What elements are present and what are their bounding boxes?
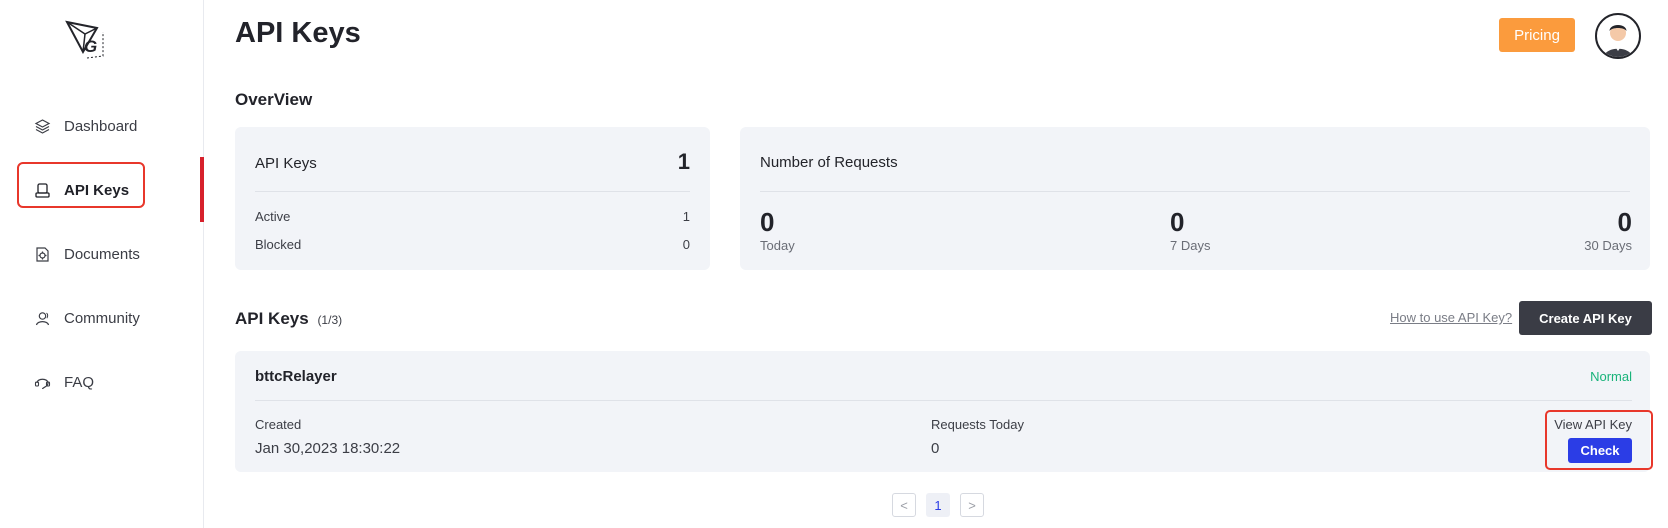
overview-title: OverView — [235, 90, 313, 109]
api-keys-list-title: API Keys (1/3) — [235, 309, 342, 329]
pagination-next-button[interactable]: > — [960, 493, 984, 517]
active-indicator-bar — [200, 157, 204, 222]
created-value: Jan 30,2023 18:30:22 — [255, 440, 401, 457]
sidebar-item-label: Community — [64, 309, 140, 327]
requests-today-value: 0 — [760, 207, 775, 237]
requests-30days-stat: 0 30 Days — [1584, 207, 1632, 253]
status-badge: Normal — [1590, 369, 1632, 384]
create-api-key-button[interactable]: Create API Key — [1519, 301, 1652, 335]
sidebar-item-label: Documents — [64, 245, 140, 263]
active-keys-label: Active — [255, 209, 291, 224]
document-gear-icon — [36, 246, 49, 262]
pagination-current-page[interactable]: 1 — [926, 493, 950, 517]
api-key-name: bttcRelayer — [255, 368, 337, 385]
api-keys-summary-label: API Keys — [255, 155, 317, 172]
divider — [255, 400, 1632, 401]
brand-logo[interactable]: G — [63, 18, 105, 64]
requests-30days-label: 30 Days — [1584, 238, 1632, 253]
requests-7days-label: 7 Days — [1170, 238, 1211, 253]
logo-letter: G — [84, 37, 97, 56]
how-to-use-api-key-link[interactable]: How to use API Key? — [1390, 310, 1512, 325]
active-item-highlight — [17, 162, 145, 208]
requests-summary-card: Number of Requests 0 Today 0 7 Days 0 30… — [740, 127, 1650, 270]
sidebar-item-community[interactable]: Community — [34, 305, 140, 331]
requests-today-value: 0 — [931, 440, 940, 457]
api-keys-count: (1/3) — [317, 313, 343, 327]
api-keys-total: 1 — [677, 149, 690, 174]
active-keys-row: Active 1 — [255, 209, 690, 224]
api-keys-list-label: API Keys — [235, 309, 309, 328]
requests-today-stat: 0 Today — [760, 207, 795, 253]
divider — [255, 191, 690, 192]
avatar[interactable] — [1595, 13, 1641, 59]
active-keys-value: 1 — [682, 209, 690, 224]
blocked-keys-label: Blocked — [255, 237, 302, 252]
sidebar-item-label: Dashboard — [64, 117, 138, 135]
sidebar-item-faq[interactable]: FAQ — [34, 369, 94, 395]
page-title: API Keys — [235, 17, 361, 49]
check-highlight — [1545, 410, 1653, 470]
requests-summary-label: Number of Requests — [760, 154, 898, 171]
divider — [760, 191, 1630, 192]
created-label: Created — [255, 417, 302, 432]
sidebar-item-label: FAQ — [64, 373, 95, 391]
community-icon — [35, 311, 50, 325]
sidebar: G Dashboard API Keys Documents Community… — [0, 0, 204, 528]
layers-icon — [34, 118, 51, 134]
api-key-card: bttcRelayer Normal Created Jan 30,2023 1… — [235, 351, 1650, 472]
sidebar-item-documents[interactable]: Documents — [34, 241, 140, 267]
faq-icon — [34, 378, 51, 389]
pricing-button[interactable]: Pricing — [1499, 18, 1575, 52]
requests-7days-value: 0 — [1170, 207, 1185, 237]
blocked-keys-row: Blocked 0 — [255, 237, 690, 252]
blocked-keys-value: 0 — [682, 237, 690, 252]
requests-7days-stat: 0 7 Days — [1170, 207, 1210, 253]
requests-today-label: Requests Today — [931, 417, 1024, 432]
requests-today-label: Today — [760, 238, 795, 253]
sidebar-item-dashboard[interactable]: Dashboard — [34, 113, 137, 139]
requests-30days-value: 0 — [1617, 207, 1632, 237]
api-keys-summary-card: API Keys 1 Active 1 Blocked 0 — [235, 127, 710, 270]
pagination-prev-button[interactable]: < — [892, 493, 916, 517]
